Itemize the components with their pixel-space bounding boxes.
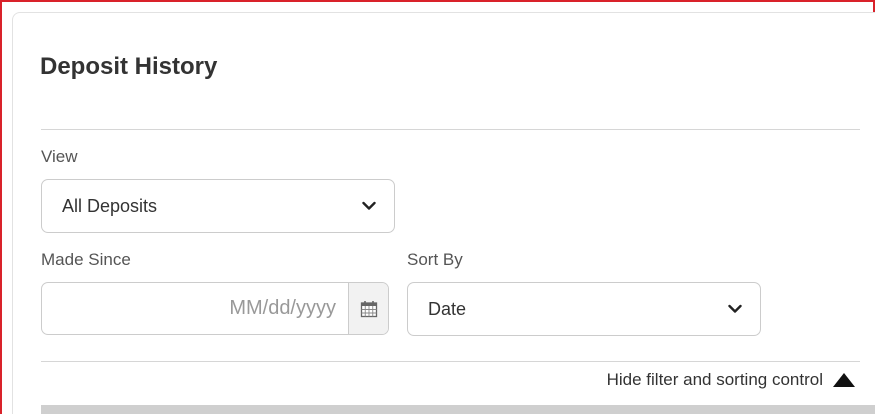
calendar-icon — [360, 300, 377, 317]
chevron-down-icon — [728, 304, 742, 313]
sort-by-select[interactable]: Date — [407, 282, 761, 336]
view-select-value: All Deposits — [62, 195, 158, 216]
made-since-label: Made Since — [41, 250, 131, 269]
hide-filter-label: Hide filter and sorting control — [606, 370, 823, 389]
page-title: Deposit History — [40, 53, 218, 80]
calendar-button[interactable] — [348, 283, 388, 334]
view-label: View — [41, 147, 78, 166]
filter-divider — [41, 361, 860, 362]
sort-by-select-value: Date — [428, 298, 467, 319]
made-since-field — [41, 282, 389, 335]
view-select[interactable]: All Deposits — [41, 179, 395, 233]
chevron-down-icon — [362, 201, 376, 210]
results-header-bar — [41, 405, 875, 414]
hide-filter-toggle[interactable]: Hide filter and sorting control — [607, 370, 855, 390]
made-since-input[interactable] — [42, 283, 348, 334]
header-divider — [41, 129, 860, 130]
triangle-up-icon — [833, 373, 855, 387]
sort-by-label: Sort By — [407, 250, 463, 269]
